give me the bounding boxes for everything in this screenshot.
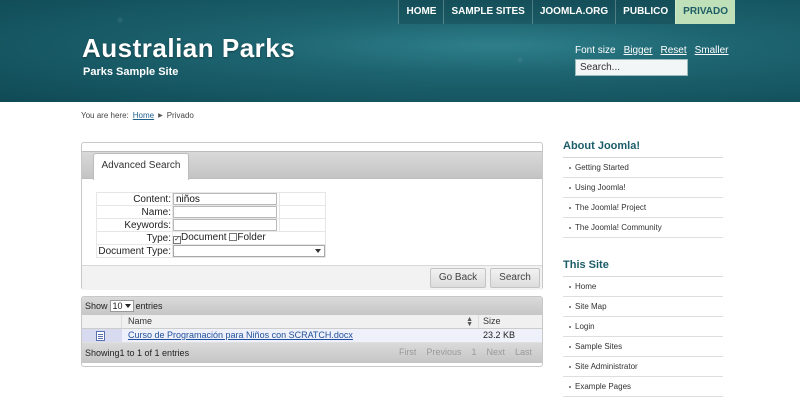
- keywords-field[interactable]: [173, 219, 277, 231]
- size-column-header[interactable]: Size: [479, 315, 542, 328]
- word-document-icon: [96, 331, 105, 341]
- nav-joomla-org[interactable]: JOOMLA.ORG: [531, 0, 616, 24]
- site-subtitle: Parks Sample Site: [83, 66, 179, 78]
- top-navigation: HOME SAMPLE SITES JOOMLA.ORG PUBLICO PRI…: [398, 0, 735, 24]
- nav-publico[interactable]: PUBLICO: [615, 0, 676, 24]
- font-size-controls: Font size Bigger Reset Smaller: [575, 45, 729, 56]
- chevron-down-icon: [315, 249, 321, 253]
- breadcrumb-current: Privado: [166, 111, 194, 120]
- list-item[interactable]: Login: [563, 317, 723, 337]
- font-bigger-link[interactable]: Bigger: [624, 45, 653, 56]
- pager-last[interactable]: Last: [515, 347, 532, 357]
- breadcrumb: You are here: Home ▶ Privado: [81, 111, 194, 120]
- breadcrumb-home-link[interactable]: Home: [133, 111, 154, 120]
- list-item[interactable]: The Joomla! Project: [563, 198, 723, 218]
- search-button-bar: Go Back Search: [82, 265, 542, 290]
- nav-sample-sites[interactable]: SAMPLE SITES: [443, 0, 532, 24]
- pager-next[interactable]: Next: [486, 347, 505, 357]
- content-field[interactable]: [173, 193, 277, 205]
- document-type-label: Document Type:: [96, 244, 173, 258]
- list-item[interactable]: Home: [563, 277, 723, 297]
- pager-previous[interactable]: Previous: [426, 347, 461, 357]
- go-back-button[interactable]: Go Back: [430, 268, 486, 288]
- entries-label: entries: [135, 301, 163, 311]
- search-button[interactable]: Search: [490, 268, 540, 288]
- search-form: Content: Name: Keywords: Type: ✓Document…: [96, 192, 327, 258]
- font-size-label: Font size: [575, 45, 616, 56]
- results-header-row: Name ▲ ▼ Size: [82, 315, 542, 329]
- font-reset-link[interactable]: Reset: [660, 45, 686, 56]
- icon-cell: [82, 329, 122, 342]
- content-label: Content:: [96, 192, 173, 206]
- type-options: ✓Document Folder: [172, 231, 326, 245]
- type-label: Type:: [96, 231, 173, 245]
- list-item[interactable]: The Joomla! Community: [563, 218, 723, 238]
- breadcrumb-arrow-icon: ▶: [158, 113, 163, 119]
- name-cell: Curso de Programación para Niños con SCR…: [122, 329, 479, 342]
- folder-checkbox-label: Folder: [237, 232, 266, 243]
- search-tab-bar: Advanced Search: [82, 151, 542, 180]
- document-checkbox[interactable]: ✓: [173, 236, 181, 244]
- list-item[interactable]: Using Joomla!: [563, 178, 723, 198]
- name-field[interactable]: [173, 206, 277, 218]
- results-info: Showing1 to 1 of 1 entries: [85, 348, 190, 358]
- document-link[interactable]: Curso de Programación para Niños con SCR…: [128, 330, 353, 340]
- breadcrumb-prefix: You are here:: [81, 111, 129, 120]
- nav-home[interactable]: HOME: [398, 0, 444, 24]
- about-joomla-list: Getting Started Using Joomla! The Joomla…: [563, 158, 723, 238]
- list-item[interactable]: Site Administrator: [563, 357, 723, 377]
- table-row: Curso de Programación para Niños con SCR…: [82, 329, 542, 343]
- this-site-list: Home Site Map Login Sample Sites Site Ad…: [563, 277, 723, 397]
- icon-column-header: [82, 315, 122, 328]
- pager-page[interactable]: 1: [471, 347, 476, 357]
- list-item[interactable]: Getting Started: [563, 158, 723, 178]
- name-column-label: Name: [128, 316, 153, 326]
- name-column-header[interactable]: Name ▲ ▼: [122, 315, 479, 328]
- tab-advanced-search[interactable]: Advanced Search: [93, 153, 189, 180]
- document-checkbox-label: Document: [181, 232, 227, 243]
- list-item[interactable]: Example Pages: [563, 377, 723, 397]
- pagination: First Previous 1 Next Last: [399, 347, 532, 357]
- sort-icon: ▲ ▼: [466, 316, 473, 328]
- font-smaller-link[interactable]: Smaller: [695, 45, 729, 56]
- document-type-select[interactable]: [173, 245, 325, 257]
- entries-length-select[interactable]: 10: [109, 300, 134, 312]
- site-title[interactable]: Australian Parks: [82, 33, 295, 64]
- about-joomla-module: About Joomla! Getting Started Using Joom…: [563, 140, 723, 238]
- size-cell: 23.2 KB: [479, 329, 542, 342]
- keywords-label: Keywords:: [96, 218, 173, 232]
- advanced-search-panel: Advanced Search Content: Name: Keywords:…: [81, 142, 543, 290]
- pager-first[interactable]: First: [399, 347, 417, 357]
- chevron-down-icon: [124, 304, 131, 308]
- about-joomla-heading: About Joomla!: [563, 140, 723, 158]
- this-site-heading: This Site: [563, 259, 723, 277]
- site-header: HOME SAMPLE SITES JOOMLA.ORG PUBLICO PRI…: [0, 0, 800, 102]
- nav-privado[interactable]: PRIVADO: [675, 0, 735, 24]
- results-length-bar: Show 10 entries: [82, 297, 542, 315]
- entries-length-value: 10: [112, 301, 123, 311]
- show-label: Show: [85, 301, 108, 311]
- name-label: Name:: [96, 205, 173, 219]
- list-item[interactable]: Sample Sites: [563, 337, 723, 357]
- list-item[interactable]: Site Map: [563, 297, 723, 317]
- results-footer: Showing1 to 1 of 1 entries First Previou…: [82, 343, 542, 363]
- results-table: Show 10 entries Name ▲ ▼ Size Curso de Pr…: [81, 296, 543, 367]
- this-site-module: This Site Home Site Map Login Sample Sit…: [563, 259, 723, 397]
- site-search-input[interactable]: [575, 59, 688, 76]
